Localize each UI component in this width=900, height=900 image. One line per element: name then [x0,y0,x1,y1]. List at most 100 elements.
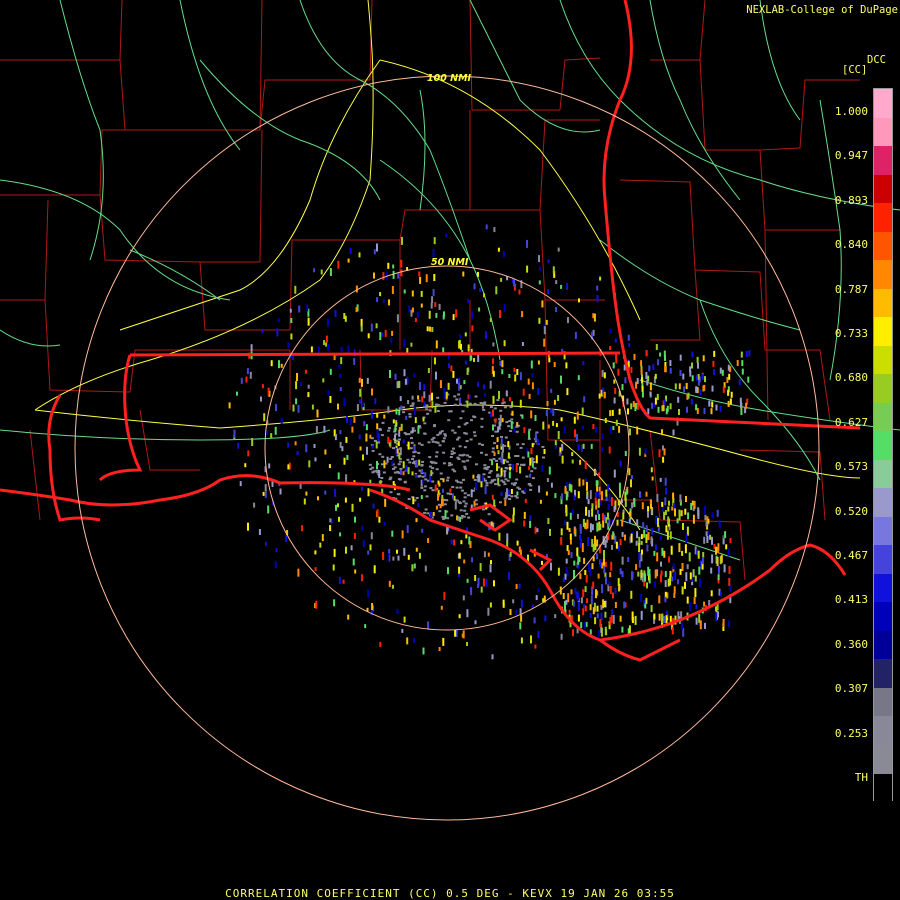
echo-pixel [621,556,624,565]
echo-pixel [504,436,508,439]
county-line [739,449,826,521]
echo-pixel [594,535,596,545]
echo-pixel [421,396,424,403]
echo-pixel [380,434,384,437]
echo-pixel [483,464,487,467]
echo-pixel [651,476,654,481]
echo-pixel [264,490,267,498]
echo-pixel [679,568,682,575]
echo-pixel [418,459,421,466]
echo-pixel [407,441,410,450]
echo-pixel [536,528,539,533]
echo-pixel [462,630,465,639]
echo-pixel [430,302,433,309]
echo-pixel [462,595,465,601]
echo-pixel [486,466,490,468]
echo-pixel [424,565,427,572]
scale-swatch [874,630,892,660]
echo-pixel [538,317,541,324]
echo-pixel [684,544,687,554]
echo-pixel [518,289,521,295]
echo-pixel [534,432,537,441]
echo-pixel [365,433,368,442]
echo-pixel [320,269,323,275]
echo-pixel [570,484,573,493]
echo-pixel [640,540,643,545]
scale-tick-label: 0.947 [834,149,868,163]
echo-pixel [704,376,706,383]
echo-pixel [392,419,395,424]
echo-pixel [599,619,602,628]
echo-pixel [582,608,585,616]
echo-pixel [697,550,700,559]
scale-tick-label: 0.520 [834,504,868,518]
echo-pixel [313,444,316,448]
echo-pixel [579,523,582,531]
echo-pixel [466,454,469,457]
echo-pixel [437,404,441,407]
echo-pixel [630,367,633,373]
echo-pixel [400,259,403,268]
echo-pixel [541,560,543,565]
echo-pixel [570,589,573,595]
echo-pixel [641,549,643,555]
echo-pixel [431,392,433,401]
echo-pixel [337,472,340,480]
echo-pixel [469,438,473,441]
echo-pixel [392,264,395,269]
echo-pixel [516,540,519,546]
echo-pixel [347,258,350,263]
echo-pixel [333,599,336,607]
echo-pixel [251,438,254,446]
echo-pixel [458,552,461,559]
echo-pixel [500,467,503,476]
echo-pixel [338,364,341,369]
echo-pixel [521,443,525,446]
echo-pixel [410,342,413,347]
echo-pixel [438,510,442,513]
echo-pixel [552,409,555,416]
echo-pixel [499,360,502,366]
echo-pixel [603,601,606,607]
echo-pixel [572,600,575,607]
echo-pixel [414,417,417,424]
echo-pixel [462,271,465,277]
echo-pixel [313,268,316,273]
echo-pixel [625,488,628,495]
scale-swatch [874,146,892,176]
echo-pixel [596,613,599,619]
echo-pixel [424,508,428,511]
echo-pixel [403,480,407,483]
echo-pixel [685,572,688,582]
echo-pixel [628,625,631,635]
echo-pixel [687,512,690,520]
echo-pixel [449,493,453,496]
echo-pixel [386,456,389,463]
echo-pixel [516,369,519,375]
echo-pixel [365,424,368,431]
echo-pixel [545,319,548,325]
scale-swatch [874,773,892,803]
echo-pixel [702,557,704,565]
echo-pixel [672,492,675,499]
road-line [759,0,801,121]
echo-pixel [567,550,570,556]
echo-pixel [478,442,482,445]
echo-pixel [383,460,386,469]
echo-pixel [491,447,495,450]
echo-pixel [581,543,584,553]
echo-pixel [411,290,414,297]
echo-pixel [655,516,657,524]
echo-pixel [384,498,387,507]
echo-pixel [460,343,462,350]
echo-pixel [721,369,724,376]
echo-pixel [407,467,410,475]
echo-pixel [363,421,366,427]
echo-pixel [399,467,403,470]
echo-pixel [228,402,231,409]
echo-pixel [465,422,469,424]
echo-pixel [428,310,431,319]
echo-pixel [522,463,526,466]
echo-pixel [264,541,267,546]
echo-pixel [609,586,612,594]
